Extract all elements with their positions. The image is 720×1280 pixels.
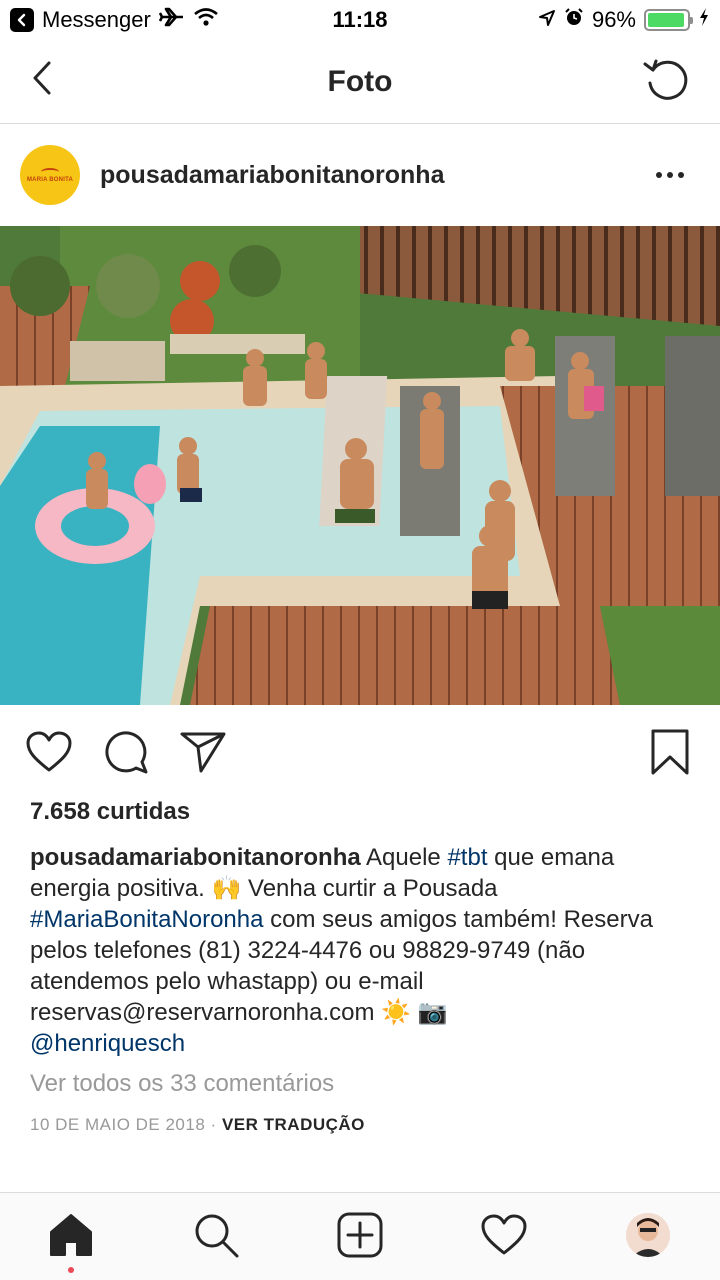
tab-new-post[interactable] bbox=[334, 1209, 386, 1261]
more-options-button[interactable] bbox=[650, 155, 690, 195]
more-dot bbox=[656, 172, 662, 178]
refresh-icon bbox=[643, 59, 688, 100]
airplane-icon bbox=[158, 7, 185, 33]
status-right: 96% bbox=[538, 7, 710, 33]
pool-party-image bbox=[0, 226, 720, 705]
activity-heart-icon bbox=[481, 1214, 527, 1255]
caption-text: Venha curtir a Pousada bbox=[241, 875, 498, 902]
more-dot bbox=[667, 172, 673, 178]
back-button[interactable] bbox=[22, 58, 62, 98]
post-date: 10 DE MAIO DE 2018 bbox=[30, 1115, 206, 1134]
logo-mark bbox=[41, 167, 59, 176]
refresh-button[interactable] bbox=[640, 54, 692, 106]
tab-home[interactable] bbox=[45, 1209, 97, 1261]
tab-search[interactable] bbox=[190, 1209, 242, 1261]
battery-level bbox=[648, 13, 685, 27]
hashtag-link[interactable]: #tbt bbox=[447, 844, 487, 871]
back-to-app-icon[interactable] bbox=[10, 8, 34, 32]
tab-profile[interactable] bbox=[622, 1209, 674, 1261]
battery-icon bbox=[644, 9, 693, 31]
search-icon bbox=[195, 1214, 239, 1258]
post-username[interactable]: pousadamariabonitanoronha bbox=[100, 161, 444, 190]
avatar[interactable]: MARIA BONITA bbox=[20, 145, 80, 205]
heart-icon bbox=[26, 731, 72, 772]
translate-button[interactable]: VER TRADUÇÃO bbox=[222, 1115, 365, 1134]
post-meta: 10 DE MAIO DE 2018 · VER TRADUÇÃO bbox=[30, 1115, 365, 1135]
share-button[interactable] bbox=[178, 727, 228, 777]
raised-hands-emoji: 🙌 bbox=[211, 874, 242, 902]
post-photo[interactable] bbox=[0, 226, 720, 705]
meta-separator: · bbox=[210, 1115, 217, 1134]
more-dot bbox=[678, 172, 684, 178]
status-left[interactable]: Messenger bbox=[10, 7, 219, 33]
alarm-icon bbox=[564, 7, 584, 33]
back-app-label[interactable]: Messenger bbox=[42, 7, 151, 33]
tab-activity[interactable] bbox=[478, 1209, 530, 1261]
tab-bar bbox=[0, 1192, 720, 1280]
nav-header: Foto bbox=[0, 40, 720, 124]
profile-avatar bbox=[626, 1213, 670, 1257]
comment-button[interactable] bbox=[101, 727, 151, 777]
active-tab-indicator bbox=[68, 1267, 74, 1273]
paper-plane-icon bbox=[180, 732, 226, 773]
location-arrow-icon bbox=[538, 7, 556, 33]
chevron-left-icon bbox=[33, 61, 51, 95]
hashtag-link[interactable]: #MariaBonitaNoronha bbox=[30, 906, 263, 933]
charging-bolt-icon bbox=[698, 7, 710, 33]
wifi-icon bbox=[193, 7, 219, 33]
save-button[interactable] bbox=[645, 727, 695, 777]
camera-emoji: 📷 bbox=[417, 998, 448, 1026]
view-comments-link[interactable]: Ver todos os 33 comentários bbox=[30, 1070, 334, 1098]
post-caption: pousadamariabonitanoronha Aquele #tbt qu… bbox=[30, 842, 695, 1059]
sun-emoji: ☀️ bbox=[381, 998, 412, 1026]
caption-username[interactable]: pousadamariabonitanoronha bbox=[30, 844, 361, 871]
post-header: MARIA BONITA pousadamariabonitanoronha bbox=[0, 125, 720, 225]
like-button[interactable] bbox=[24, 727, 74, 777]
bookmark-icon bbox=[651, 729, 689, 775]
home-icon bbox=[50, 1214, 92, 1256]
caption-text: Aquele bbox=[360, 844, 448, 871]
avatar-logo-text: MARIA BONITA bbox=[26, 176, 74, 183]
new-post-icon bbox=[337, 1212, 383, 1258]
page-title: Foto bbox=[327, 64, 393, 98]
mention-link[interactable]: @henriquesch bbox=[30, 1030, 185, 1057]
comment-icon bbox=[105, 731, 148, 774]
post-actions bbox=[0, 705, 720, 795]
status-bar: Messenger 11:18 96% bbox=[0, 0, 720, 40]
like-count[interactable]: 7.658 curtidas bbox=[30, 798, 190, 826]
battery-percent: 96% bbox=[591, 7, 636, 32]
